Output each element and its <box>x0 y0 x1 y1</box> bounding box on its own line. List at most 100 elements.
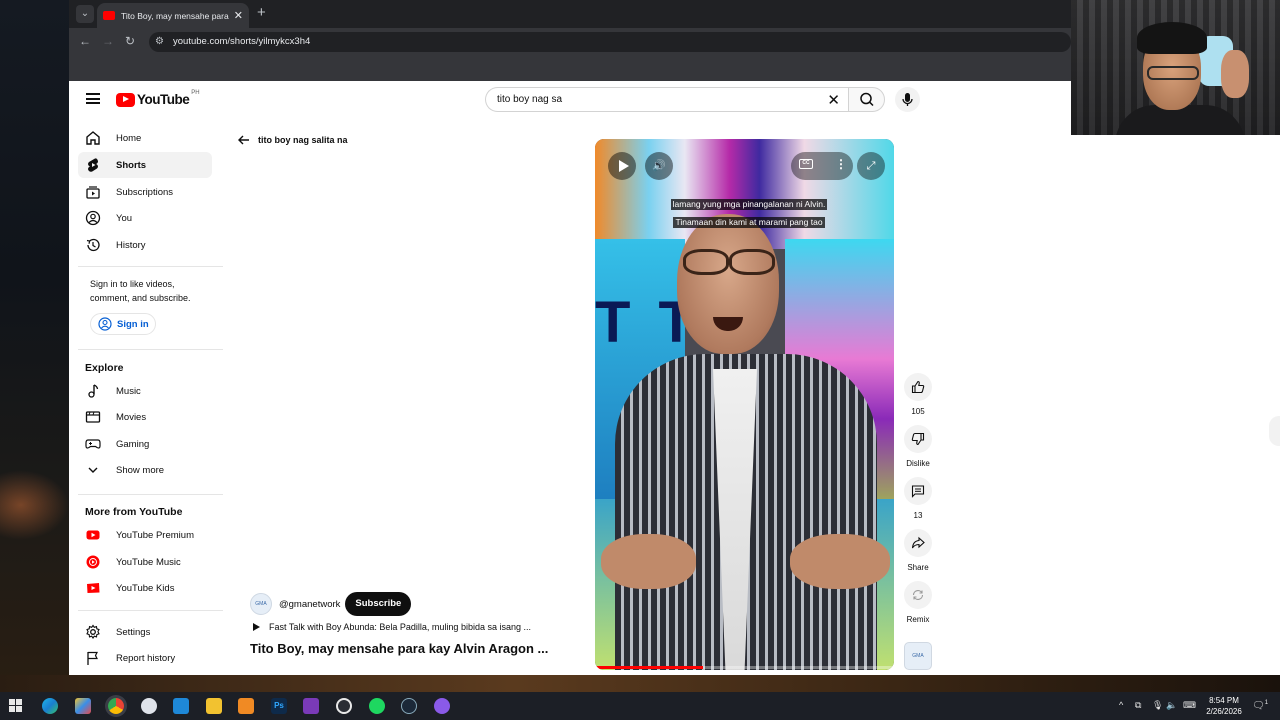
play-icon[interactable] <box>608 152 636 180</box>
sidebar-item-label: Gaming <box>116 438 150 450</box>
captions-icon[interactable]: CC <box>799 159 813 169</box>
sidebar-item-report-history[interactable]: Report history <box>78 645 212 671</box>
sidebar-item-music[interactable]: Music <box>78 378 212 404</box>
like-button[interactable] <box>904 373 932 401</box>
sidebar-item-label: Music <box>116 385 141 397</box>
subscribe-button[interactable]: Subscribe <box>345 592 412 616</box>
file-explorer-icon[interactable] <box>206 698 222 714</box>
desktop-wallpaper-left <box>0 0 69 692</box>
volume-icon[interactable]: 🔊 <box>645 152 673 180</box>
sidebar-item-label: History <box>116 239 146 251</box>
sidebar-item-movies[interactable]: Movies <box>78 404 212 430</box>
sidebar-item-label: YouTube Kids <box>116 582 175 594</box>
flag-icon <box>87 651 98 665</box>
progress-bar[interactable] <box>595 666 703 669</box>
sidebar-item-you[interactable]: You <box>78 205 212 231</box>
pinned-app-icon[interactable] <box>75 698 91 714</box>
browser-tab[interactable]: Tito Boy, may mensahe para kay Alvin Ara… <box>97 3 249 28</box>
photoshop-icon[interactable]: Ps <box>271 698 287 714</box>
sidebar-item-label: Home <box>116 132 142 144</box>
dislike-button[interactable] <box>904 425 932 453</box>
sidebar-item-youtube-premium[interactable]: YouTube Premium <box>78 522 212 548</box>
microphone-icon <box>902 93 913 106</box>
tray-mic-icon[interactable]: 🎙 <box>1152 700 1163 711</box>
tab-close-icon[interactable]: ✕ <box>234 9 243 22</box>
vscode-icon[interactable] <box>173 698 189 714</box>
edge-browser-icon[interactable] <box>42 698 58 714</box>
back-arrow-icon[interactable]: ← <box>79 34 91 48</box>
channel-handle[interactable]: @gmanetwork <box>279 599 340 610</box>
sidebar-item-label: You <box>116 212 133 224</box>
sidebar-item-youtube-kids[interactable]: YouTube Kids <box>78 575 212 601</box>
clear-search-icon[interactable]: ✕ <box>827 91 840 109</box>
address-bar[interactable]: ⚙ youtube.com/shorts/yilmykcx3h4 <box>149 32 1071 52</box>
tray-app-icon[interactable]: ⧉ <box>1135 700 1141 711</box>
sublime-text-icon[interactable] <box>238 698 254 714</box>
sidebar-item-label: Movies <box>116 411 147 423</box>
menu-icon[interactable] <box>86 93 100 104</box>
forward-arrow-icon[interactable]: → <box>102 34 114 48</box>
clock-date: 2/26/2026 <box>1206 707 1242 716</box>
channel-avatar[interactable]: GMA <box>250 593 272 615</box>
youtube-premium-icon <box>86 530 100 540</box>
search-query: tito boy nag sa <box>497 94 563 105</box>
more-options-icon[interactable]: ⋮ <box>835 157 847 171</box>
pinned-app-icon[interactable] <box>336 698 352 714</box>
taskbar-clock[interactable]: 8:54 PM 2/26/2026 <box>1203 695 1245 717</box>
voice-search-button[interactable] <box>895 87 920 112</box>
comment-count: 13 <box>913 511 923 520</box>
tray-chevron-icon[interactable]: ^ <box>1119 700 1123 710</box>
notifications-icon[interactable]: 🗨1 <box>1252 700 1268 711</box>
subscriptions-icon <box>86 186 100 199</box>
sidebar-item-shorts[interactable]: Shorts <box>78 152 212 178</box>
windows-start-icon[interactable] <box>9 699 23 713</box>
chrome-browser-icon[interactable] <box>108 698 124 714</box>
signin-button[interactable]: Sign in <box>90 313 156 335</box>
channel-thumbnail[interactable]: GMA <box>904 642 932 670</box>
pinned-app-icon[interactable] <box>141 698 157 714</box>
sidebar-item-history[interactable]: History <box>78 232 212 258</box>
site-info-icon[interactable]: ⚙ <box>155 36 164 47</box>
pinned-app-icon[interactable] <box>434 698 450 714</box>
signin-label: Sign in <box>117 318 149 330</box>
sidebar-item-subscriptions[interactable]: Subscriptions <box>78 179 212 205</box>
youtube-logo-icon <box>116 92 135 107</box>
video-title[interactable]: Tito Boy, may mensahe para kay Alvin Ara… <box>250 641 548 656</box>
sidebar-item-youtube-music[interactable]: YouTube Music <box>78 549 212 575</box>
streamer-hair <box>1137 22 1207 54</box>
chevron-down-icon <box>88 467 98 473</box>
keyboard-icon[interactable]: ⌨ <box>1183 700 1196 711</box>
reload-icon[interactable]: ↻ <box>125 34 135 48</box>
back-to-search[interactable]: tito boy nag salita na <box>237 133 348 147</box>
search-button[interactable] <box>848 87 885 112</box>
dislike-action: Dislike <box>904 425 932 468</box>
fullscreen-icon[interactable]: ⤢ <box>857 152 885 180</box>
pinned-app-icon[interactable] <box>303 698 319 714</box>
windows-taskbar: Ps ^ ⧉ 🎙 🔈 ⌨ 8:54 PM 2/26/2026 🗨1 <box>0 692 1280 720</box>
sidebar-item-label: Subscriptions <box>116 186 174 198</box>
streamer-hand <box>1221 50 1249 98</box>
sidebar-item-home[interactable]: Home <box>78 125 212 151</box>
search-input[interactable]: tito boy nag sa ✕ <box>485 87 848 112</box>
sidebar-item-settings[interactable]: Settings <box>78 619 212 645</box>
share-label: Share <box>907 563 929 572</box>
volume-icon[interactable]: 🔈 <box>1166 700 1177 711</box>
comments-button[interactable] <box>904 477 932 505</box>
share-button[interactable] <box>904 529 932 557</box>
sidebar-item-show-more[interactable]: Show more <box>78 457 212 483</box>
sidebar-item-gaming[interactable]: Gaming <box>78 431 212 457</box>
youtube-kids-icon <box>87 583 100 593</box>
sidebar-divider <box>78 610 223 611</box>
new-tab-icon[interactable]: + <box>257 4 266 21</box>
related-video-link[interactable]: Fast Talk with Boy Abunda: Bela Padilla,… <box>251 622 551 632</box>
next-video-handle[interactable] <box>1269 416 1280 446</box>
remix-action: Remix <box>904 581 932 624</box>
spotify-icon[interactable] <box>369 698 385 714</box>
youtube-logo[interactable]: YouTube PH <box>116 90 200 107</box>
tab-search-chevron-icon[interactable]: ⌄ <box>76 5 94 23</box>
remix-button[interactable] <box>904 581 932 609</box>
video-subtitles: lamang yung mga pinangalanan ni Alvin. T… <box>657 194 841 230</box>
steam-icon[interactable] <box>401 698 417 714</box>
shorts-video-player[interactable]: T TA 🔊 CC ⋮ ⤢ lamang yung mga pinangalan… <box>595 139 894 670</box>
like-count: 105 <box>911 407 925 416</box>
